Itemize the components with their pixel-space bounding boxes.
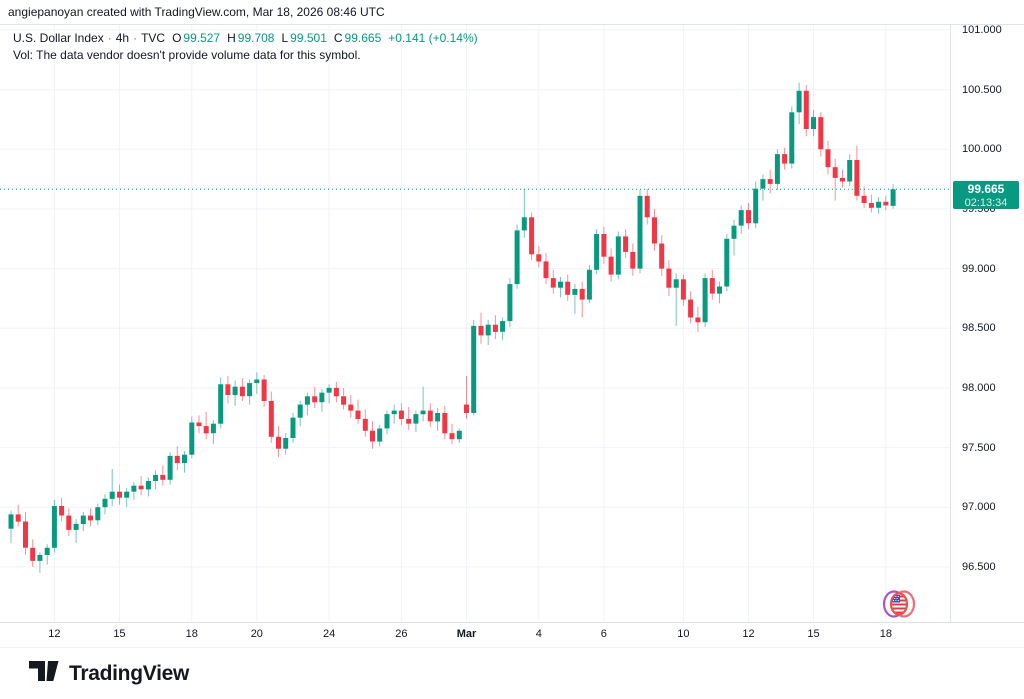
tradingview-snapshot: angiepanoyan created with TradingView.co… bbox=[0, 0, 1024, 699]
attribution-text: angiepanoyan created with TradingView.co… bbox=[0, 0, 1024, 25]
time-tick-label: 10 bbox=[661, 628, 705, 640]
price-tick-label: 100.500 bbox=[962, 84, 1002, 96]
tradingview-mark-icon bbox=[27, 658, 61, 689]
time-tick-label: 4 bbox=[517, 628, 561, 640]
time-tick-label: Mar bbox=[444, 628, 488, 640]
separator: · bbox=[108, 31, 112, 45]
change-value: +0.141 (+0.14%) bbox=[388, 31, 477, 45]
open-value: 99.527 bbox=[183, 31, 220, 45]
symbol-title[interactable]: U.S. Dollar Index bbox=[13, 31, 104, 45]
legend: U.S. Dollar Index·4h·TVCO99.527H99.708L9… bbox=[13, 30, 478, 64]
us-dollar-index-flag-icon bbox=[881, 589, 917, 619]
close-letter: C bbox=[334, 31, 343, 45]
time-tick-label: 15 bbox=[792, 628, 836, 640]
time-tick-label: 6 bbox=[582, 628, 626, 640]
time-tick-label: 18 bbox=[170, 628, 214, 640]
low-value: 99.501 bbox=[290, 31, 327, 45]
time-tick-label: 26 bbox=[379, 628, 423, 640]
tradingview-logo[interactable]: TradingView bbox=[27, 658, 189, 689]
price-tick-label: 97.000 bbox=[962, 501, 996, 513]
bar-countdown-timer: 02:13:34 bbox=[953, 197, 1019, 209]
time-tick-label: 18 bbox=[864, 628, 908, 640]
time-axis[interactable]: 12 15 18 20 24 26 Mar 4 6 10 12 15 18 bbox=[0, 622, 1024, 648]
volume-notice: Vol: The data vendor doesn't provide vol… bbox=[13, 47, 478, 64]
open-letter: O bbox=[172, 31, 181, 45]
candlestick-chart[interactable] bbox=[0, 25, 950, 622]
exchange-name[interactable]: TVC bbox=[141, 31, 165, 45]
time-tick-label: 12 bbox=[32, 628, 76, 640]
interval-value[interactable]: 4h bbox=[116, 31, 129, 45]
price-tick-label: 99.000 bbox=[962, 263, 996, 275]
price-tick-label: 101.000 bbox=[962, 24, 1002, 36]
high-letter: H bbox=[227, 31, 236, 45]
close-value: 99.665 bbox=[345, 31, 382, 45]
low-letter: L bbox=[281, 31, 288, 45]
high-value: 99.708 bbox=[238, 31, 275, 45]
tradingview-wordmark: TradingView bbox=[69, 662, 189, 686]
time-tick-label: 24 bbox=[307, 628, 351, 640]
price-tick-label: 96.500 bbox=[962, 561, 996, 573]
footer: TradingView bbox=[0, 648, 1024, 699]
price-axis[interactable]: 101.000100.500100.00099.50099.00098.5009… bbox=[950, 25, 1024, 622]
last-price-value: 99.665 bbox=[953, 182, 1019, 197]
time-tick-label: 15 bbox=[97, 628, 141, 640]
separator: · bbox=[133, 31, 137, 45]
price-tick-label: 98.500 bbox=[962, 322, 996, 334]
legend-row-main: U.S. Dollar Index·4h·TVCO99.527H99.708L9… bbox=[13, 30, 478, 47]
price-tick-label: 100.000 bbox=[962, 143, 1002, 155]
last-price-label: 99.665 02:13:34 bbox=[953, 181, 1019, 209]
chart-pane[interactable]: U.S. Dollar Index·4h·TVCO99.527H99.708L9… bbox=[0, 25, 950, 622]
time-tick-label: 20 bbox=[235, 628, 279, 640]
price-tick-label: 98.000 bbox=[962, 382, 996, 394]
time-tick-label: 12 bbox=[726, 628, 770, 640]
price-tick-label: 97.500 bbox=[962, 442, 996, 454]
